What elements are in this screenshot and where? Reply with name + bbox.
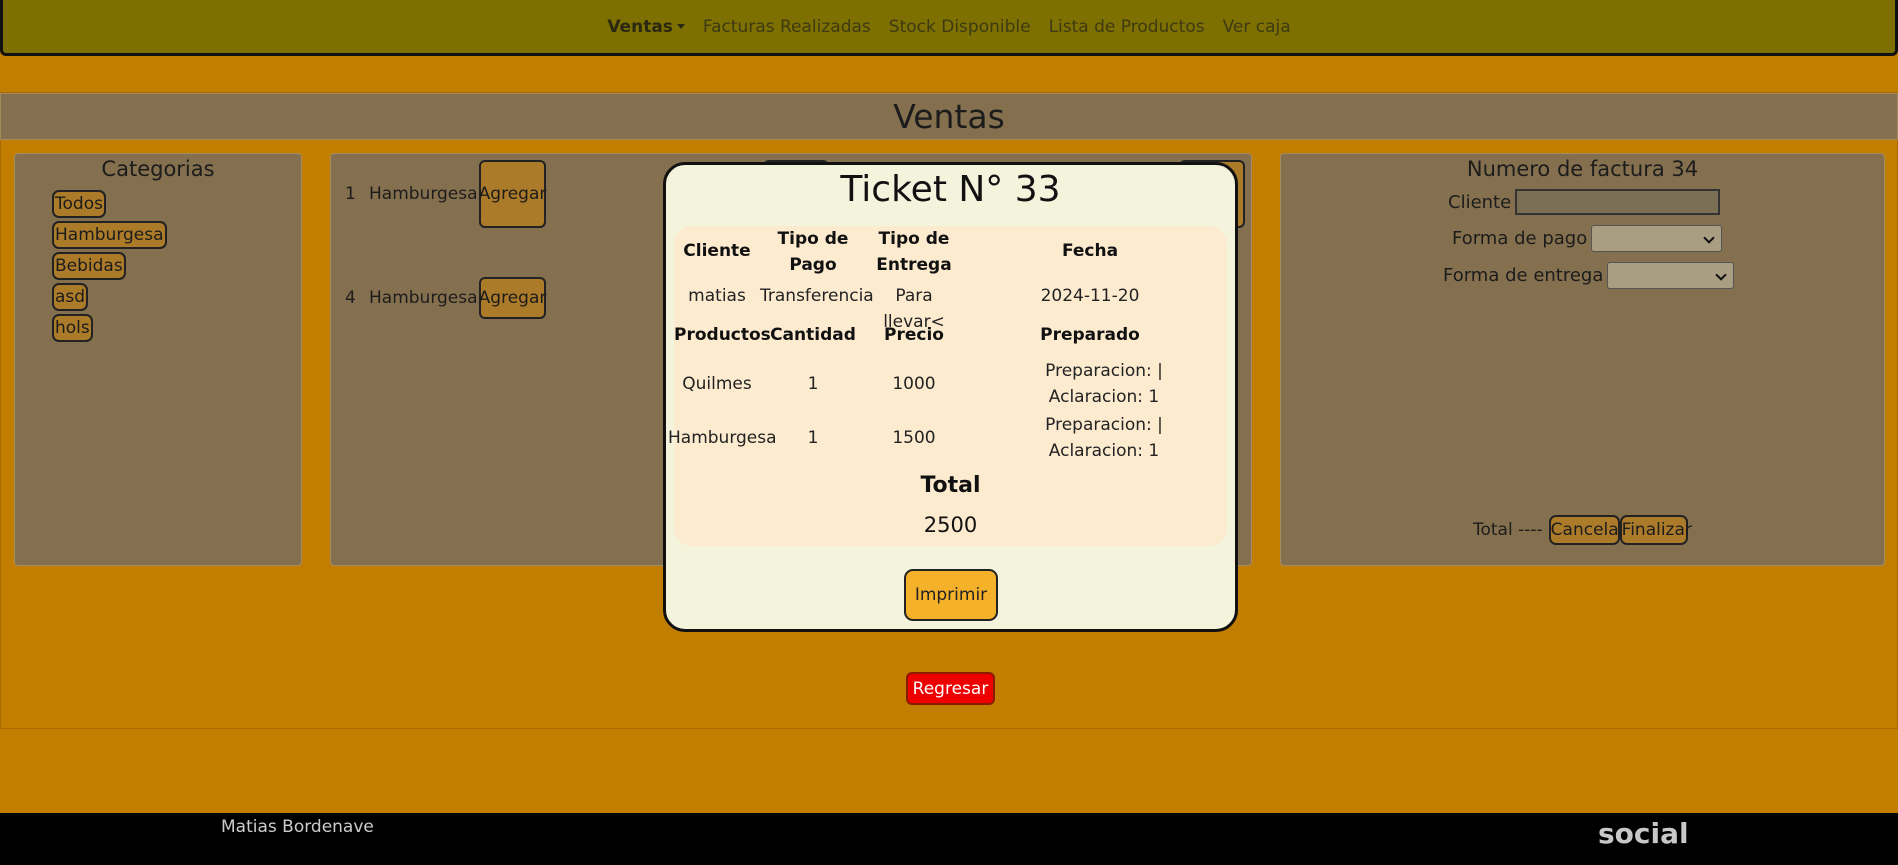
line-producto: Quilmes [682, 374, 752, 394]
line-producto: Hamburgesa [668, 428, 777, 448]
invoice-total-row: Total ---- Cancelar Finalizar [1473, 515, 1692, 545]
nav-stock-disponible[interactable]: Stock Disponible [889, 17, 1031, 37]
finalizar-button[interactable]: Finalizar [1619, 515, 1692, 545]
line-preparado: Preparacion: | Aclaracion: 1 [1045, 415, 1163, 461]
nav-lista-productos[interactable]: Lista de Productos [1049, 17, 1205, 37]
header-fecha: Fecha [1061, 241, 1119, 261]
modal-title: Ticket N° 33 [840, 169, 1061, 210]
caret-down-icon [676, 24, 685, 29]
product-number: 4 [345, 288, 356, 308]
ticket-total-label: Total [920, 473, 981, 498]
nav-ventas-dropdown[interactable]: Ventas [607, 17, 685, 37]
invoice-total-label: Total ---- [1473, 520, 1543, 540]
line-preparado: Preparacion: | Aclaracion: 1 [1045, 361, 1163, 407]
header-precio: Precio [884, 325, 944, 345]
product-name: Hamburgesa [369, 184, 478, 204]
forma-pago-label: Forma de pago [1452, 228, 1588, 249]
category-asd-button[interactable]: asd [52, 283, 89, 311]
imprimir-button[interactable]: Imprimir [904, 569, 998, 621]
agregar-button[interactable]: Agregar [479, 277, 546, 319]
footer: Matias Bordenave social [0, 813, 1898, 865]
page-header: Ventas [0, 93, 1898, 140]
line-cantidad: 1 [807, 374, 819, 394]
product-row: 1 Hamburgesa Agregar [345, 160, 546, 228]
category-hols-button[interactable]: hols [52, 314, 93, 342]
header-tipo-pago: Tipo de Pago [777, 229, 849, 275]
top-navbar: Ventas Facturas Realizadas Stock Disponi… [0, 0, 1898, 56]
forma-entrega-label: Forma de entrega [1443, 265, 1604, 286]
header-cliente: Cliente [683, 241, 751, 261]
category-todos-button[interactable]: Todos [52, 190, 106, 218]
ticket-table: Cliente Tipo de Pago Tipo de Entrega Fec… [668, 226, 1227, 546]
header-preparado: Preparado [1040, 325, 1140, 345]
product-name: Hamburgesa [369, 288, 478, 308]
ticket-modal: Ticket N° 33 Cliente Tipo de Pago Tipo d… [663, 162, 1238, 632]
ticket-total-value: 2500 [923, 513, 978, 537]
category-bebidas-button[interactable]: Bebidas [52, 252, 126, 280]
regresar-button[interactable]: Regresar [906, 672, 995, 705]
cliente-row: Cliente [1448, 189, 1721, 215]
line-precio: 1500 [892, 428, 936, 448]
line-precio: 1000 [892, 374, 936, 394]
value-cliente: matias [688, 286, 746, 306]
category-hamburgesa-button[interactable]: Hamburgesa [52, 221, 167, 249]
invoice-panel: Numero de factura 34 Cliente Forma de pa… [1280, 153, 1885, 566]
nav-ver-caja[interactable]: Ver caja [1223, 17, 1291, 37]
footer-social: social [1598, 817, 1689, 850]
footer-author: Matias Bordenave [221, 817, 374, 837]
cliente-input[interactable] [1515, 189, 1721, 215]
invoice-title: Numero de factura 34 [1466, 157, 1699, 181]
line-cantidad: 1 [807, 428, 819, 448]
value-tipo-pago: Transferencia [760, 286, 874, 306]
value-fecha: 2024-11-20 [1040, 286, 1140, 306]
nav-facturas-realizadas[interactable]: Facturas Realizadas [703, 17, 871, 37]
forma-entrega-select[interactable] [1607, 262, 1735, 289]
categories-title: Categorias [101, 157, 215, 181]
forma-entrega-row: Forma de entrega [1443, 262, 1735, 289]
categories-panel: Categorias Todos Hamburgesa Bebidas asd … [14, 153, 302, 566]
header-tipo-entrega: Tipo de Entrega [876, 229, 952, 275]
header-cantidad: Cantidad [770, 325, 856, 345]
product-row: 4 Hamburgesa Agregar [345, 277, 546, 319]
nav-ventas-label: Ventas [607, 16, 673, 37]
cliente-label: Cliente [1448, 191, 1512, 213]
page-title: Ventas [893, 97, 1005, 136]
forma-pago-row: Forma de pago [1452, 225, 1723, 252]
agregar-button[interactable]: Agregar [479, 160, 546, 228]
header-productos: Productos [674, 325, 771, 345]
product-number: 1 [345, 184, 356, 204]
forma-pago-select[interactable] [1591, 225, 1723, 252]
cancelar-button[interactable]: Cancelar [1548, 515, 1626, 545]
